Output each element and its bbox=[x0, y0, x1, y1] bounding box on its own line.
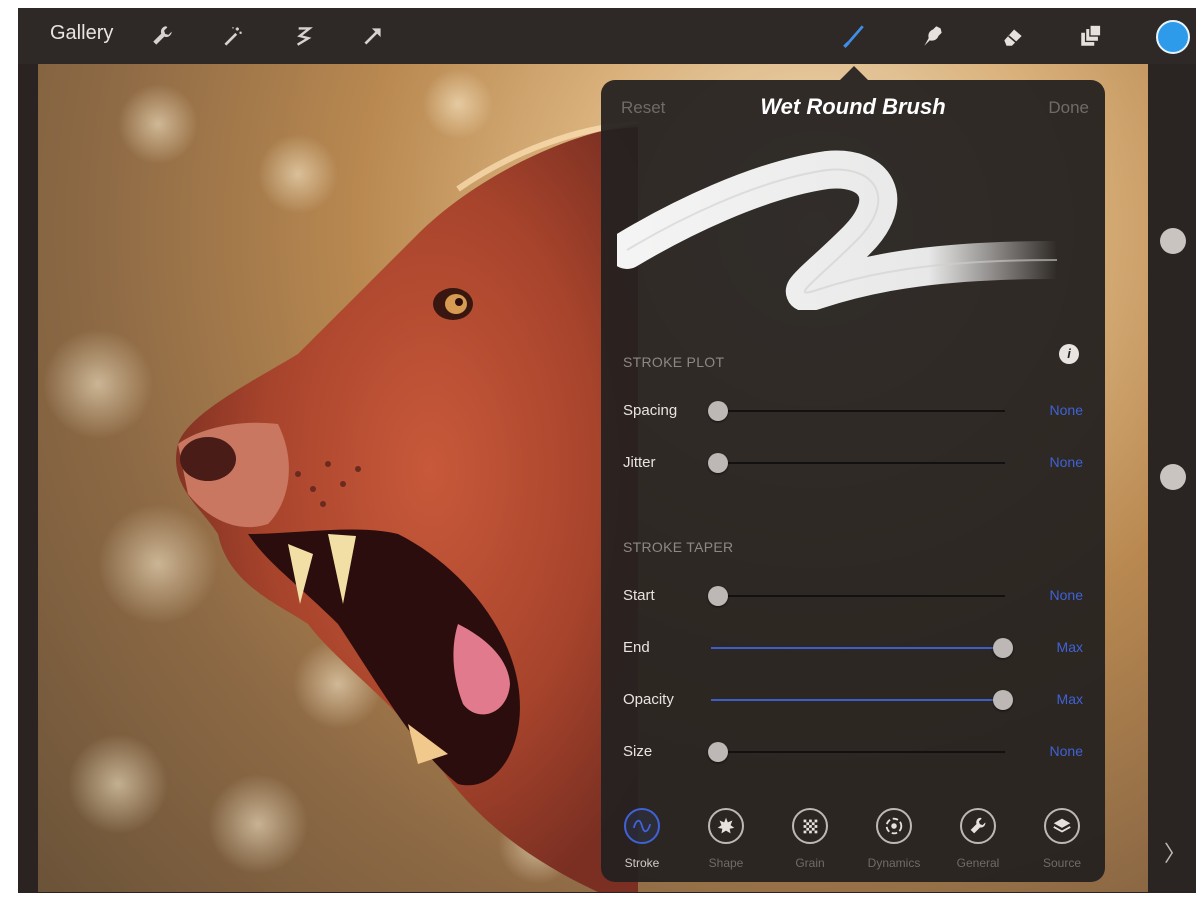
opacity-slider[interactable] bbox=[711, 699, 1005, 701]
end-label: End bbox=[623, 639, 650, 656]
tab-grain-label: Grain bbox=[795, 856, 825, 870]
eraser-icon[interactable] bbox=[998, 21, 1028, 51]
tab-source[interactable]: Source bbox=[1027, 808, 1097, 870]
end-slider-thumb[interactable] bbox=[993, 638, 1013, 658]
opacity-slider-thumb[interactable] bbox=[993, 690, 1013, 710]
tab-dynamics[interactable]: Dynamics bbox=[859, 808, 929, 870]
source-layers-icon bbox=[1044, 808, 1080, 844]
stroke-preview bbox=[617, 150, 1057, 310]
stroke-wave-icon bbox=[624, 808, 660, 844]
spacing-value: None bbox=[1049, 402, 1083, 418]
size-slider-thumb[interactable] bbox=[708, 742, 728, 762]
start-slider[interactable] bbox=[711, 595, 1005, 597]
shape-icon bbox=[708, 808, 744, 844]
top-toolbar: Gallery bbox=[18, 8, 1196, 64]
opacity-label: Opacity bbox=[623, 691, 674, 708]
size-value: None bbox=[1049, 743, 1083, 759]
brush-title: Wet Round Brush bbox=[760, 94, 946, 119]
tab-stroke[interactable]: Stroke bbox=[607, 808, 677, 870]
procreate-app: Gallery 〉 Reset Wet Round Brush Done STR… bbox=[18, 8, 1196, 893]
panel-pointer bbox=[840, 66, 868, 80]
tab-stroke-label: Stroke bbox=[624, 856, 660, 870]
wrench-icon[interactable] bbox=[148, 21, 178, 51]
size-slider[interactable] bbox=[711, 751, 1005, 753]
info-icon[interactable]: i bbox=[1059, 344, 1079, 364]
opacity-value: Max bbox=[1056, 691, 1083, 707]
start-label: Start bbox=[623, 587, 655, 604]
layers-icon[interactable] bbox=[1076, 21, 1106, 51]
size-label: Size bbox=[623, 743, 653, 760]
right-sidebar: 〉 bbox=[1148, 64, 1196, 892]
transform-arrow-icon[interactable] bbox=[358, 21, 388, 51]
general-wrench-icon bbox=[960, 808, 996, 844]
smudge-icon[interactable] bbox=[918, 21, 948, 51]
grain-icon bbox=[792, 808, 828, 844]
jitter-value: None bbox=[1049, 454, 1083, 470]
brush-settings-panel: Reset Wet Round Brush Done STROKE PLOT i… bbox=[601, 80, 1105, 882]
done-button[interactable]: Done bbox=[1048, 98, 1089, 118]
brush-size-slider-knob[interactable] bbox=[1160, 228, 1186, 254]
stroke-taper-heading: STROKE TAPER bbox=[623, 539, 734, 555]
selection-icon[interactable] bbox=[288, 21, 318, 51]
magic-wand-icon[interactable] bbox=[218, 21, 248, 51]
tab-general-label: General bbox=[956, 856, 1000, 870]
tab-dynamics-label: Dynamics bbox=[867, 856, 921, 870]
chevron-right-icon[interactable]: 〉 bbox=[1164, 836, 1186, 868]
end-value: Max bbox=[1056, 639, 1083, 655]
tab-source-label: Source bbox=[1042, 856, 1082, 870]
end-slider[interactable] bbox=[711, 647, 1005, 649]
jitter-label: Jitter bbox=[623, 454, 656, 471]
spacing-slider[interactable] bbox=[711, 410, 1005, 412]
tab-general[interactable]: General bbox=[943, 808, 1013, 870]
brush-opacity-slider-knob[interactable] bbox=[1160, 464, 1186, 490]
jitter-slider[interactable] bbox=[711, 462, 1005, 464]
spacing-label: Spacing bbox=[623, 402, 678, 419]
tab-shape-label: Shape bbox=[708, 856, 744, 870]
dynamics-icon bbox=[876, 808, 912, 844]
spacing-slider-thumb[interactable] bbox=[708, 401, 728, 421]
start-value: None bbox=[1049, 587, 1083, 603]
stroke-plot-heading: STROKE PLOT bbox=[623, 354, 725, 370]
tab-grain[interactable]: Grain bbox=[775, 808, 845, 870]
jitter-slider-thumb[interactable] bbox=[708, 453, 728, 473]
gallery-button[interactable]: Gallery bbox=[50, 22, 113, 45]
brush-icon[interactable] bbox=[838, 21, 868, 51]
tab-shape[interactable]: Shape bbox=[691, 808, 761, 870]
start-slider-thumb[interactable] bbox=[708, 586, 728, 606]
color-picker-swatch[interactable] bbox=[1156, 20, 1190, 54]
